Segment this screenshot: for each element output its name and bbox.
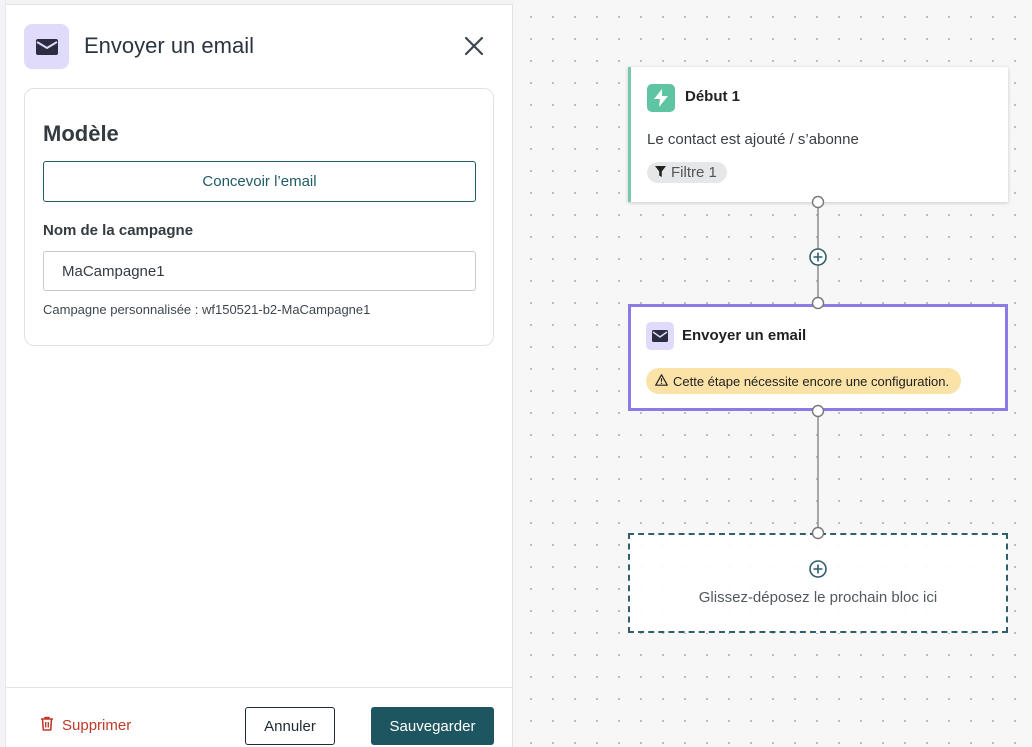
warning-text: Cette étape nécessite encore une configu… bbox=[673, 373, 950, 389]
card-title: Modèle bbox=[43, 121, 119, 146]
cancel-button[interactable]: Annuler bbox=[245, 707, 335, 745]
delete-button[interactable]: Supprimer bbox=[40, 716, 131, 735]
connector-handle[interactable] bbox=[811, 404, 825, 418]
panel-title: Envoyer un email bbox=[84, 33, 254, 58]
connector-handle[interactable] bbox=[811, 296, 825, 310]
lightning-icon bbox=[647, 84, 675, 112]
panel-edge bbox=[0, 0, 6, 747]
footer-divider bbox=[6, 687, 513, 688]
start-node[interactable]: Début 1 Le contact est ajouté / s’abonne… bbox=[628, 67, 1008, 202]
add-step-icon[interactable] bbox=[809, 248, 827, 266]
trash-icon bbox=[40, 716, 54, 735]
delete-label: Supprimer bbox=[62, 717, 132, 734]
envelope-icon bbox=[24, 24, 69, 69]
start-node-description: Le contact est ajouté / s’abonne bbox=[647, 131, 859, 148]
panel-top-divider bbox=[6, 0, 513, 5]
campaign-hint: Campagne personnalisée : wf150521-b2-MaC… bbox=[43, 302, 371, 317]
email-node-title: Envoyer un email bbox=[682, 327, 807, 344]
drop-zone-label: Glissez-déposez le prochain bloc ici bbox=[698, 589, 938, 606]
filter-label: Filtre 1 bbox=[671, 164, 717, 181]
design-email-button[interactable]: Concevoir l’email bbox=[43, 161, 476, 202]
save-button[interactable]: Sauvegarder bbox=[371, 707, 494, 745]
envelope-icon bbox=[646, 322, 674, 350]
template-card: Modèle Concevoir l’email Nom de la campa… bbox=[24, 88, 494, 346]
warning-badge: Cette étape nécessite encore une configu… bbox=[646, 368, 962, 394]
config-panel: Envoyer un email Modèle Concevoir l’emai… bbox=[0, 0, 513, 747]
connector-handle[interactable] bbox=[811, 526, 825, 540]
connector-handle[interactable] bbox=[811, 195, 825, 209]
add-block-icon[interactable] bbox=[808, 559, 828, 584]
close-icon[interactable] bbox=[460, 32, 488, 60]
campaign-name-input[interactable] bbox=[43, 251, 476, 291]
filter-icon bbox=[655, 164, 666, 181]
start-node-title: Début 1 bbox=[685, 88, 741, 105]
campaign-name-label: Nom de la campagne bbox=[43, 222, 194, 239]
warning-icon bbox=[655, 373, 668, 389]
email-step-node[interactable]: Envoyer un email Cette étape nécessite e… bbox=[628, 304, 1008, 411]
drop-zone[interactable]: Glissez-déposez le prochain bloc ici bbox=[628, 533, 1008, 633]
filter-badge[interactable]: Filtre 1 bbox=[647, 162, 727, 183]
